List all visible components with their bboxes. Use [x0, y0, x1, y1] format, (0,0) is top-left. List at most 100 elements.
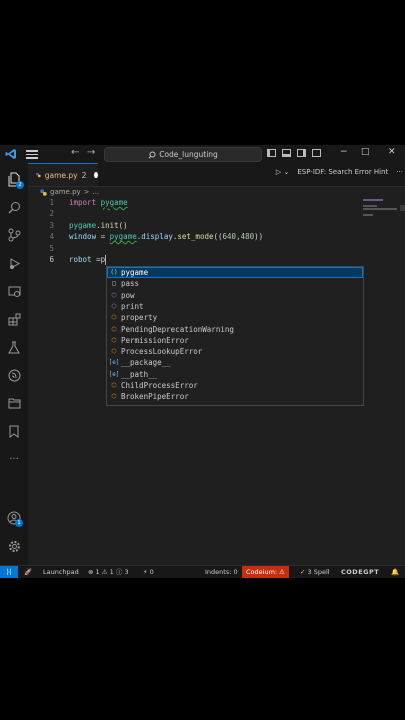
notifications-bell-icon[interactable]: 🔔: [391, 566, 399, 578]
more-icon[interactable]: ···: [6, 451, 22, 467]
suggestion-label: PermissionError: [121, 335, 189, 345]
arrow-right-icon[interactable]: →: [87, 147, 95, 158]
code-token: pygame: [69, 220, 97, 230]
code-token: pygame: [109, 232, 137, 242]
ports-indicator[interactable]: ⚡ 0: [143, 566, 154, 578]
code-token: =: [91, 255, 101, 264]
line-number: 4: [49, 232, 54, 242]
suggestion-item[interactable]: ⬡ print: [107, 301, 363, 312]
code-token: set_mode: [177, 232, 214, 242]
code-token: display: [141, 232, 173, 242]
suggestion-item[interactable]: ⬡ pow: [107, 290, 363, 301]
remote-explorer-icon[interactable]: [6, 283, 22, 299]
tab-game-py[interactable]: game.py 2: [28, 163, 98, 186]
suggestion-label: PendingDeprecationWarning: [121, 324, 234, 334]
run-debug-icon[interactable]: [6, 255, 22, 271]
toggle-panel-icon[interactable]: [282, 149, 291, 157]
toggle-sidebar-icon[interactable]: [267, 149, 276, 157]
search-text: Code_lunguting: [159, 150, 218, 159]
explorer-icon[interactable]: 2: [6, 171, 24, 189]
suggestion-item[interactable]: ⬡ PendingDeprecationWarning: [107, 324, 363, 335]
code-token: (): [118, 220, 128, 230]
suggestion-item[interactable]: ⬡ BrokenPipeError: [107, 391, 363, 402]
code-line[interactable]: 2: [28, 208, 405, 219]
launchpad-button[interactable]: Launchpad: [43, 566, 79, 578]
text-cursor: [105, 255, 107, 265]
suggestion-item[interactable]: ⬡ property: [107, 312, 363, 323]
breadcrumb-tail[interactable]: ...: [93, 188, 100, 196]
code-text: import pygame: [69, 197, 128, 208]
more-actions-icon[interactable]: ···: [396, 168, 403, 176]
code-text: pygame.init(): [69, 220, 128, 231]
search-icon[interactable]: [6, 199, 22, 215]
ports-count: 0: [149, 568, 154, 576]
codeium-status[interactable]: Codeium: ⚠: [242, 566, 289, 578]
code-token: =: [96, 232, 110, 242]
variable-icon: [e]: [108, 370, 120, 378]
keyword-icon: □: [112, 280, 116, 288]
suggestion-item[interactable]: ⬡ ProcessLookupError: [107, 346, 363, 357]
suggestion-item[interactable]: ⬡ ChildProcessError: [107, 380, 363, 391]
bookmark-icon[interactable]: [6, 423, 22, 439]
ports-icon: ⚡: [143, 568, 148, 576]
maximize-button[interactable]: □: [361, 147, 370, 157]
error-count: 1: [95, 568, 100, 576]
warning-icon: ⚠: [101, 568, 108, 576]
class-icon: ⬡: [111, 393, 117, 401]
folder-icon[interactable]: [6, 395, 22, 411]
suggestion-item[interactable]: () pygame: [107, 267, 363, 279]
source-control-icon[interactable]: [6, 227, 22, 243]
command-center-search[interactable]: Code_lunguting: [104, 147, 262, 162]
run-python-icon[interactable]: ▷ ⌄: [276, 168, 289, 176]
code-text: robot =p: [69, 254, 107, 265]
unsaved-dot-icon[interactable]: [94, 172, 98, 178]
code-token: 640: [222, 232, 237, 242]
esp-idf-error-hint-button[interactable]: ESP-IDF: Search Error Hint: [297, 168, 388, 176]
suggestion-item[interactable]: [e] __package__: [107, 357, 363, 368]
arrow-left-icon[interactable]: ←: [71, 147, 79, 158]
breadcrumb-file[interactable]: game.py: [50, 188, 81, 196]
suggestion-item[interactable]: ⬡ PermissionError: [107, 335, 363, 346]
remote-indicator-icon[interactable]: ⟩⟨: [0, 566, 18, 578]
spell-checker-status[interactable]: ✓ 3 Spell: [300, 566, 330, 578]
code-token: ((: [213, 232, 223, 242]
line-number: 5: [49, 243, 54, 253]
extensions-icon[interactable]: [6, 311, 22, 327]
testing-flask-icon[interactable]: [6, 339, 22, 355]
suggestion-item[interactable]: □ pass: [107, 278, 363, 289]
minimize-button[interactable]: −: [340, 147, 348, 157]
status-bar: ⟩⟨ 🚀 Launchpad ⊗ 1 ⚠ 1 ⓘ 3 ⚡ 0 Indents: …: [0, 565, 405, 578]
suggestion-label: pygame: [121, 268, 149, 277]
code-line[interactable]: 1 import pygame: [28, 197, 405, 208]
code-line[interactable]: 4 window = pygame.display.set_mode((640,4…: [28, 231, 405, 242]
indentation-status[interactable]: Indents: 0: [205, 566, 238, 578]
toggle-secondary-sidebar-icon[interactable]: [297, 149, 306, 157]
code-token: import: [69, 198, 101, 207]
suggestion-label: __package__: [121, 358, 171, 368]
menu-icon[interactable]: [26, 148, 38, 160]
vscode-window: ← → Code_lunguting − □ ✕ 2 ··· 1 game.py…: [0, 145, 405, 578]
problems-indicator[interactable]: ⊗ 1 ⚠ 1 ⓘ 3: [88, 566, 129, 578]
suggestion-label: __path__: [121, 369, 158, 379]
esp-idf-icon[interactable]: [6, 367, 22, 383]
line-number: 3: [49, 220, 54, 230]
class-icon: ⬡: [111, 336, 117, 344]
class-icon: ⬡: [111, 314, 117, 322]
code-line[interactable]: 6 robot =p: [28, 254, 405, 265]
code-token: window: [69, 232, 97, 242]
settings-gear-icon[interactable]: [6, 538, 22, 554]
breadcrumb-separator: >: [83, 188, 90, 196]
code-line[interactable]: 3 pygame.init(): [28, 220, 405, 231]
class-icon: ⬡: [111, 325, 117, 333]
account-icon[interactable]: 1: [6, 510, 23, 527]
close-button[interactable]: ✕: [388, 147, 396, 157]
line-number: 1: [49, 198, 54, 207]
suggestion-item[interactable]: [e] __path__: [107, 369, 363, 380]
tab-label: game.py: [44, 170, 78, 180]
code-line[interactable]: 5: [28, 243, 405, 254]
codegpt-status[interactable]: CODEGPT: [341, 566, 379, 578]
info-icon: ⓘ: [115, 568, 123, 576]
suggestion-label: print: [121, 301, 144, 311]
customize-layout-icon[interactable]: [312, 149, 321, 157]
title-bar: ← → Code_lunguting − □ ✕: [0, 145, 405, 163]
